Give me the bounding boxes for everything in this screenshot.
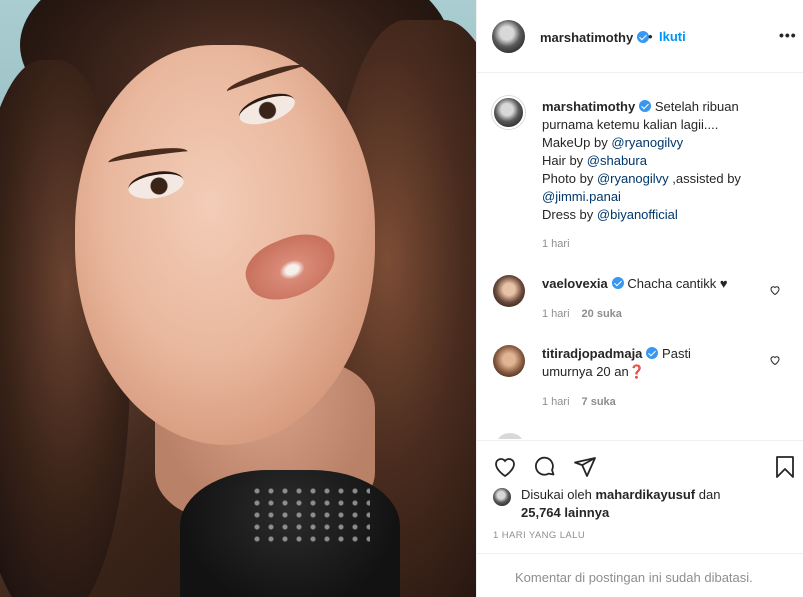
comments-restricted-notice: Komentar di postingan ini sudah dibatasi… bbox=[477, 553, 803, 597]
post-photo[interactable] bbox=[0, 0, 476, 597]
post-side-panel: marshatimothy • Ikuti ••• marshatimothy … bbox=[476, 0, 803, 597]
commenter-avatar[interactable] bbox=[493, 275, 525, 307]
more-options-icon[interactable]: ••• bbox=[779, 27, 797, 43]
mention-link[interactable]: @ryanogilvy bbox=[611, 135, 683, 150]
action-bar bbox=[477, 440, 803, 488]
caption-text: marshatimothy Setelah ribuan purnama ket… bbox=[542, 99, 741, 222]
caption-username-link[interactable]: marshatimothy bbox=[542, 99, 652, 114]
commenter-username-link[interactable]: vaelovexia bbox=[542, 276, 624, 291]
caption-author-avatar[interactable] bbox=[492, 96, 525, 129]
comment-likes[interactable]: 20 suka bbox=[582, 308, 622, 320]
like-heart-icon[interactable] bbox=[493, 455, 517, 479]
next-comment-avatar bbox=[497, 433, 523, 439]
liker-username-link[interactable]: mahardikayusuf bbox=[595, 487, 695, 502]
comment-text-cont: umurnya 20 an❓ bbox=[542, 364, 645, 379]
author-username-link[interactable]: marshatimothy bbox=[540, 30, 650, 45]
verified-badge-icon bbox=[611, 277, 624, 289]
post-date[interactable]: 1 HARI YANG LALU bbox=[493, 530, 585, 541]
mention-link[interactable]: @jimmi.panai bbox=[542, 189, 621, 204]
share-send-icon[interactable] bbox=[573, 455, 597, 479]
verified-badge-icon bbox=[646, 347, 659, 359]
commenter-avatar[interactable] bbox=[493, 345, 525, 377]
mention-link[interactable]: @ryanogilvy bbox=[597, 171, 669, 186]
liker-avatar[interactable] bbox=[493, 488, 511, 506]
verified-badge-icon bbox=[639, 100, 652, 112]
likes-count-link[interactable]: 25,764 lainnya bbox=[521, 504, 609, 522]
mention-link[interactable]: @shabura bbox=[587, 153, 647, 168]
save-bookmark-icon[interactable] bbox=[773, 455, 797, 479]
comment-bubble-icon[interactable] bbox=[533, 455, 557, 479]
post-header: marshatimothy • Ikuti ••• bbox=[477, 0, 803, 73]
commenter-username-link[interactable]: titiradjopadmaja bbox=[542, 346, 659, 361]
like-comment-heart-icon[interactable] bbox=[769, 284, 781, 296]
like-comment-heart-icon[interactable] bbox=[769, 354, 781, 366]
instagram-post: marshatimothy • Ikuti ••• marshatimothy … bbox=[0, 0, 803, 597]
author-avatar[interactable] bbox=[492, 20, 525, 53]
comment-likes[interactable]: 7 suka bbox=[582, 396, 616, 408]
follow-button[interactable]: Ikuti bbox=[659, 29, 686, 44]
comments-section[interactable]: marshatimothy Setelah ribuan purnama ket… bbox=[477, 73, 803, 439]
mention-link[interactable]: @biyanofficial bbox=[597, 207, 678, 222]
comment-text: Pasti bbox=[662, 346, 691, 361]
separator-dot: • bbox=[648, 29, 653, 44]
comment-time[interactable]: 1 hari bbox=[542, 396, 570, 408]
comment-text: Chacha cantikk ♥ bbox=[627, 276, 728, 291]
caption-time[interactable]: 1 hari bbox=[542, 238, 570, 250]
comment-time[interactable]: 1 hari bbox=[542, 308, 570, 320]
